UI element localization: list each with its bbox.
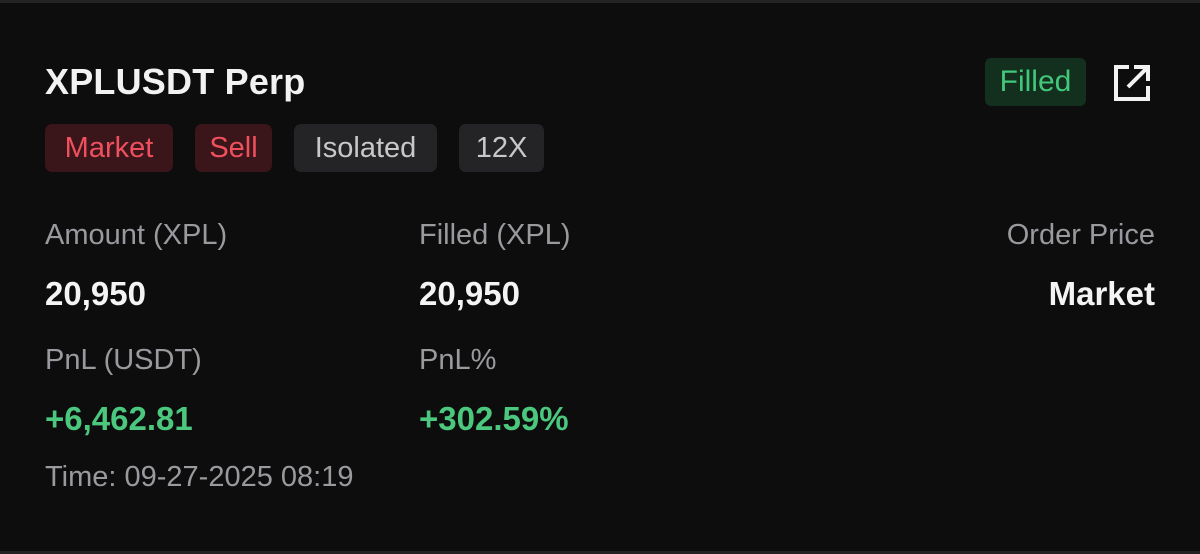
status-badge: Filled [985, 58, 1086, 106]
order-price-value: Market [1048, 275, 1155, 312]
time-value: 09-27-2025 08:19 [124, 461, 354, 493]
order-card: XPLUSDT Perp Filled Market Sell Isolated… [0, 0, 1200, 554]
order-price-label: Order Price [1006, 219, 1155, 251]
share-external-icon [1114, 65, 1150, 101]
order-side-tag: Sell [195, 124, 272, 172]
amount-label: Amount (XPL) [45, 219, 228, 251]
share-button[interactable] [1112, 63, 1152, 103]
pnl-percent-value: +302.59% [419, 400, 569, 437]
filled-label: Filled (XPL) [419, 219, 571, 251]
leverage-tag: 12X [459, 124, 544, 172]
order-time: Time: 09-27-2025 08:19 [45, 461, 353, 494]
filled-value: 20,950 [419, 275, 520, 312]
time-label: Time: [45, 461, 117, 493]
pnl-percent-label: PnL% [419, 344, 497, 376]
order-type-tag: Market [45, 124, 173, 172]
pnl-value: +6,462.81 [45, 400, 193, 437]
pnl-label: PnL (USDT) [45, 344, 202, 376]
order-symbol-title: XPLUSDT Perp [45, 61, 306, 102]
margin-mode-tag: Isolated [294, 124, 437, 172]
amount-value: 20,950 [45, 275, 146, 312]
